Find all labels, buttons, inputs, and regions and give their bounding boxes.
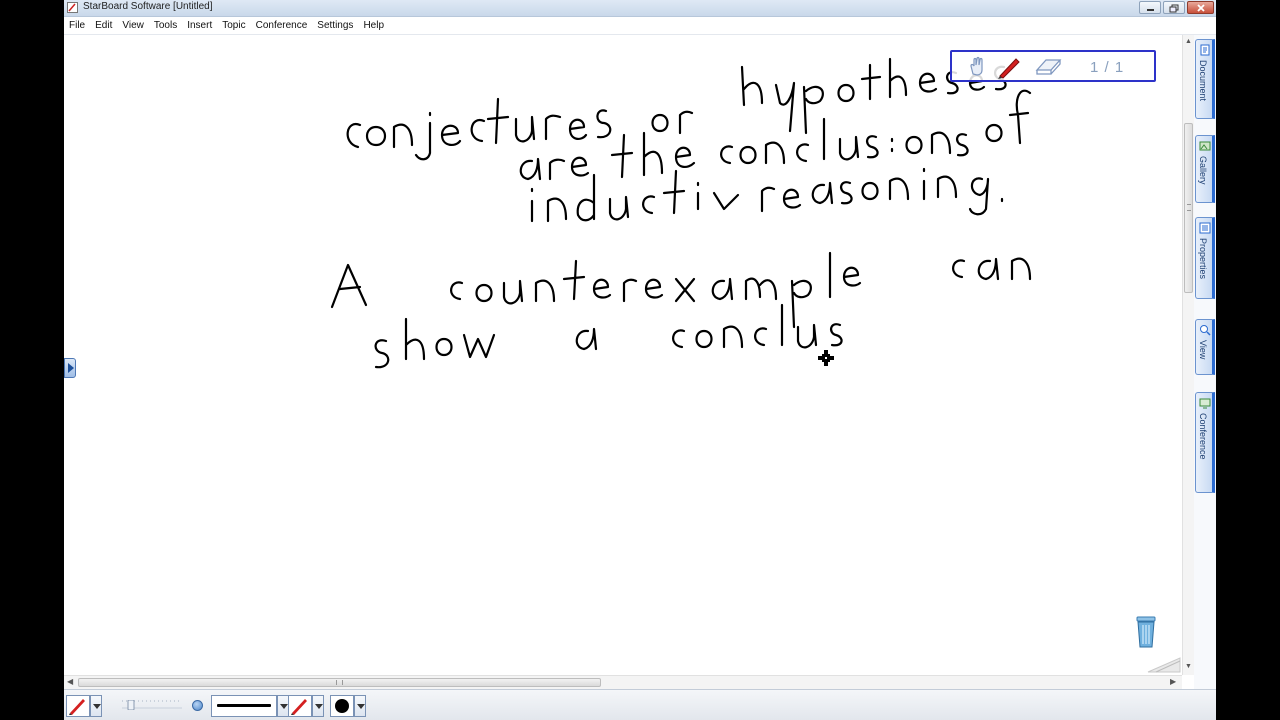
fill-color-swatch: [335, 699, 349, 713]
tab-properties-label: Properties: [1198, 238, 1208, 280]
scroll-grip: [336, 680, 343, 685]
page-curl-icon[interactable]: [1146, 655, 1182, 673]
scroll-left-arrow-icon[interactable]: ◀: [67, 677, 73, 686]
eraser-icon[interactable]: [1034, 56, 1062, 78]
tab-view-label: View: [1198, 340, 1208, 360]
hand-icon[interactable]: [966, 56, 988, 78]
tab-gallery[interactable]: Gallery: [1195, 135, 1215, 203]
menu-file[interactable]: File: [64, 17, 90, 34]
scroll-up-arrow-icon[interactable]: ▲: [1185, 38, 1192, 45]
scroll-down-arrow-icon[interactable]: ▼: [1185, 663, 1192, 670]
line-color-dropdown-button[interactable]: [312, 695, 324, 717]
side-tab-panel: Document Gallery Properties View Confere…: [1194, 35, 1216, 690]
close-button[interactable]: [1187, 1, 1214, 14]
vertical-scrollbar[interactable]: ▲ ▼: [1182, 35, 1194, 675]
restore-button[interactable]: [1163, 1, 1185, 14]
line-color-button[interactable]: [288, 695, 312, 717]
pen-icon[interactable]: [996, 56, 1022, 80]
pen-tool-button[interactable]: [66, 695, 90, 717]
pen-color-icon: [291, 699, 307, 715]
title-bar: StarBoard Software [Untitled]: [64, 0, 1216, 17]
whiteboard-canvas[interactable]: conjectures or hypotheses: [64, 35, 1182, 675]
menu-bar: File Edit View Tools Insert Topic Confer…: [64, 17, 1216, 35]
window-title: StarBoard Software [Untitled]: [83, 1, 213, 12]
handwriting-line-2: are the conclusions of: [519, 89, 1032, 181]
menu-topic[interactable]: Topic: [217, 17, 250, 34]
pen-size-preview: [192, 700, 203, 711]
starboard-window: StarBoard Software [Untitled] File Edit …: [64, 0, 1216, 720]
handwriting-line-5: show a conclus: [374, 303, 843, 369]
menu-edit[interactable]: Edit: [90, 17, 117, 34]
gallery-icon: [1199, 141, 1211, 151]
tab-conference-label: Conference: [1198, 413, 1208, 460]
page-indicator: 1 / 1: [1090, 59, 1125, 76]
fill-color-button[interactable]: [330, 695, 354, 717]
tab-conference[interactable]: Conference: [1195, 392, 1215, 493]
tab-properties[interactable]: Properties: [1195, 217, 1215, 299]
view-icon: [1200, 325, 1211, 336]
conference-icon: [1199, 398, 1211, 409]
menu-conference[interactable]: Conference: [251, 17, 313, 34]
pen-size-slider[interactable]: [120, 700, 184, 710]
minimize-button[interactable]: [1139, 1, 1161, 14]
fill-color-dropdown-button[interactable]: [354, 695, 366, 717]
menu-help[interactable]: Help: [358, 17, 389, 34]
menu-settings[interactable]: Settings: [312, 17, 358, 34]
scroll-right-arrow-icon[interactable]: ▶: [1170, 677, 1176, 686]
app-icon: [67, 2, 78, 13]
left-panel-expand-button[interactable]: [64, 358, 76, 378]
menu-view[interactable]: View: [117, 17, 149, 34]
menu-tools[interactable]: Tools: [149, 17, 182, 34]
handwriting-line-3: inductive reasoning.: [530, 167, 1004, 223]
handwriting-layer: conjectures or hypotheses are the conclu…: [330, 57, 1032, 369]
scroll-grip: [1187, 204, 1191, 211]
pen-icon: [69, 699, 85, 715]
menu-insert[interactable]: Insert: [182, 17, 217, 34]
tab-view[interactable]: View: [1195, 319, 1215, 375]
move-cursor-icon: [818, 350, 834, 366]
trash-icon[interactable]: [1134, 615, 1158, 649]
bottom-toolbar: [64, 689, 1216, 720]
tab-document-label: Document: [1198, 60, 1208, 102]
horizontal-scrollbar[interactable]: ◀ ▶: [64, 675, 1182, 689]
tab-document[interactable]: Document: [1195, 39, 1215, 119]
properties-icon: [1199, 222, 1211, 234]
line-style-preview: [217, 704, 271, 707]
pen-dropdown-button[interactable]: [90, 695, 102, 717]
handwriting-line-4: A counterexample can: [330, 251, 1032, 329]
line-style-button[interactable]: [211, 695, 277, 717]
vertical-scroll-thumb[interactable]: [1184, 123, 1193, 293]
document-icon: [1200, 44, 1210, 56]
floating-page-toolbar: 1 / 1: [950, 50, 1156, 82]
tab-gallery-label: Gallery: [1198, 156, 1208, 185]
play-arrow-icon: [68, 363, 74, 373]
horizontal-scroll-thumb[interactable]: [78, 678, 601, 687]
